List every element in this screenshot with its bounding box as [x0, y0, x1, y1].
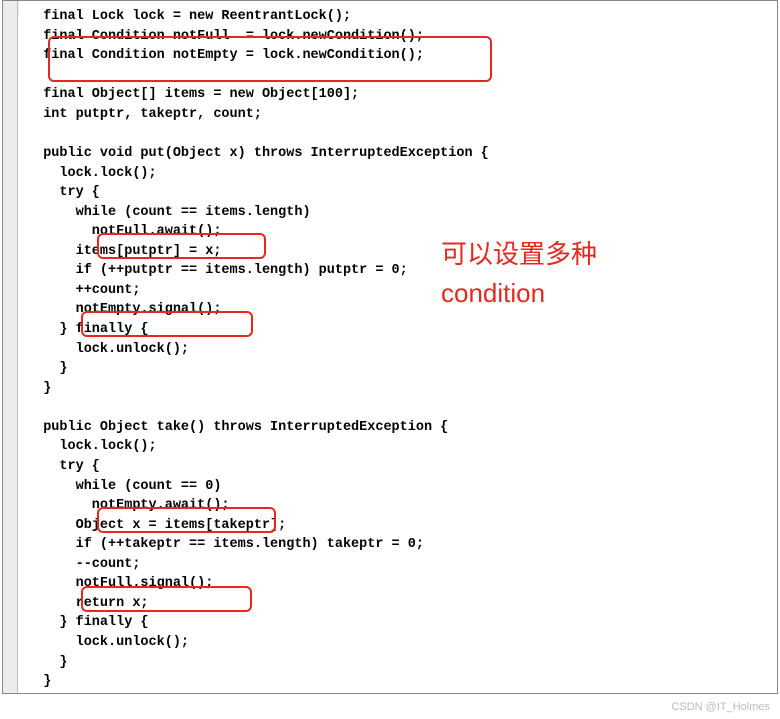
code-line: lock.unlock(); — [27, 635, 189, 650]
code-editor: final Lock lock = new ReentrantLock(); f… — [19, 1, 777, 693]
code-line: } finally { — [27, 615, 149, 630]
editor-gutter — [3, 1, 18, 693]
code-line: public void put(Object x) throws Interru… — [27, 146, 489, 161]
editor-window: 锁 ⊡ final Lock lock = new ReentrantLock(… — [2, 0, 778, 694]
code-line: final Lock lock = new ReentrantLock(); — [27, 9, 351, 24]
code-line: if (++takeptr == items.length) takeptr =… — [27, 537, 424, 552]
code-line: if (++putptr == items.length) putptr = 0… — [27, 263, 408, 278]
code-line: public Object take() throws InterruptedE… — [27, 420, 448, 435]
code-line: notEmpty.signal(); — [27, 302, 221, 317]
code-line: return x; — [27, 596, 149, 611]
code-line: Object x = items[takeptr]; — [27, 518, 286, 533]
code-line: } — [27, 361, 68, 376]
code-line: --count; — [27, 557, 140, 572]
code-line: try { — [27, 459, 100, 474]
code-line: notFull.signal(); — [27, 576, 213, 591]
code-line: } — [27, 674, 51, 689]
code-line: lock.lock(); — [27, 166, 157, 181]
code-line: while (count == 0) — [27, 479, 221, 494]
code-line: } — [27, 655, 68, 670]
code-line: items[putptr] = x; — [27, 244, 221, 259]
code-line: } — [27, 381, 51, 396]
code-line: final Condition notFull = lock.newCondit… — [27, 29, 424, 44]
code-line: } finally { — [27, 322, 149, 337]
code-line: try { — [27, 185, 100, 200]
code-line: while (count == items.length) — [27, 205, 311, 220]
code-line: notFull.await(); — [27, 224, 221, 239]
code-line: final Condition notEmpty = lock.newCondi… — [27, 48, 424, 63]
code-line: lock.lock(); — [27, 439, 157, 454]
watermark: CSDN @IT_Holmes — [671, 701, 770, 713]
code-line: lock.unlock(); — [27, 342, 189, 357]
code-line: ++count; — [27, 283, 140, 298]
code-line: notEmpty.await(); — [27, 498, 230, 513]
code-line: int putptr, takeptr, count; — [27, 107, 262, 122]
code-line: final Object[] items = new Object[100]; — [27, 87, 359, 102]
